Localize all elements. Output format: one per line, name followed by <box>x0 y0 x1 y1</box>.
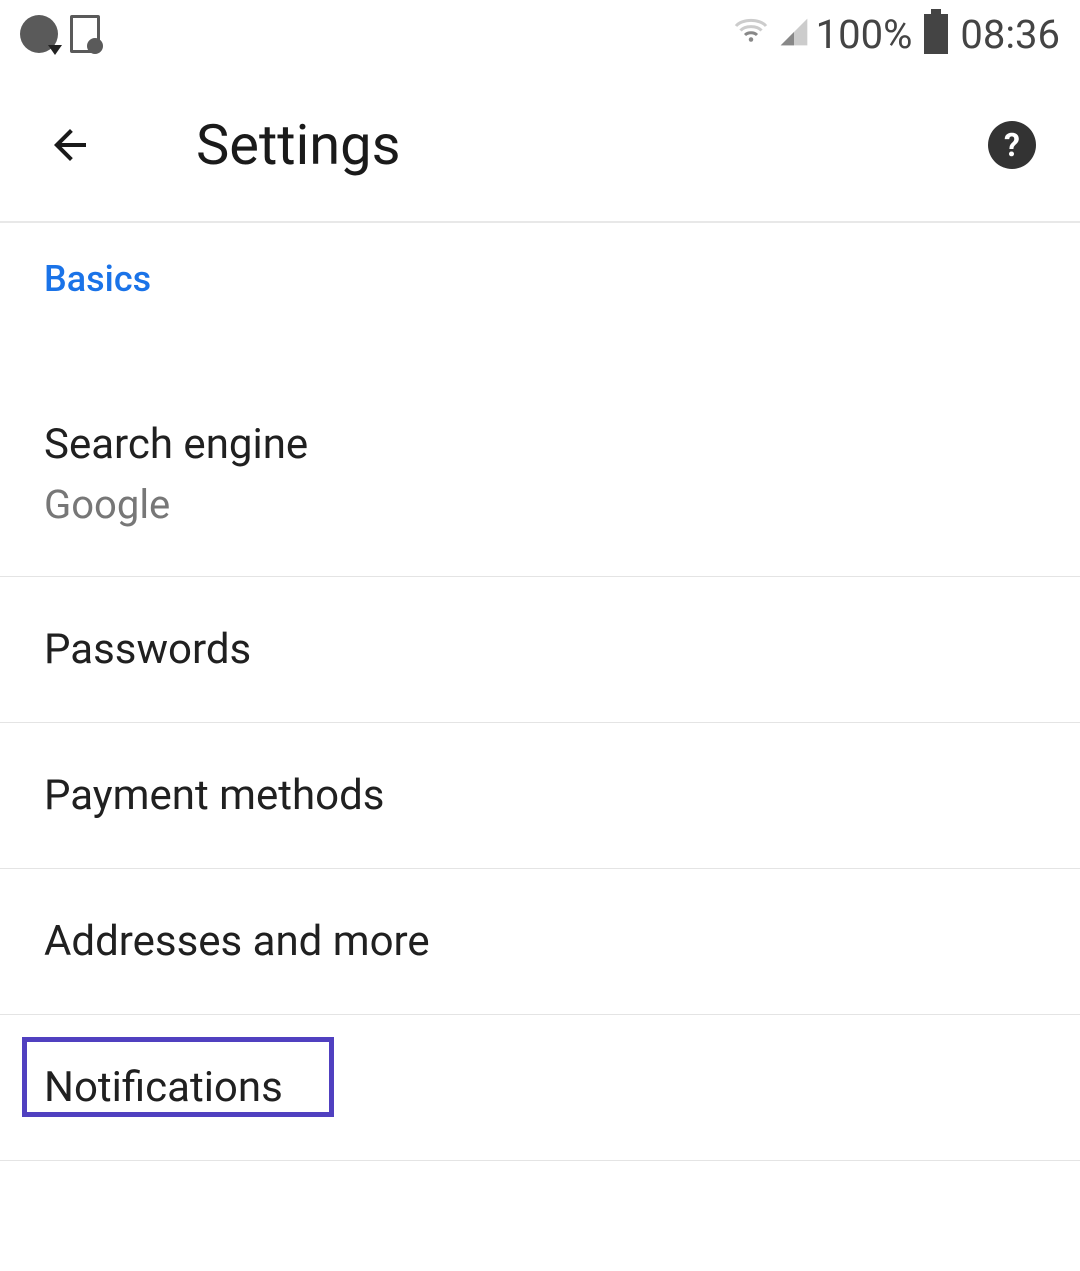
item-passwords[interactable]: Passwords <box>0 577 1080 723</box>
app-bar: Settings ? <box>0 68 1080 223</box>
item-subtitle: Google <box>44 481 1036 528</box>
item-search-engine[interactable]: Search engine Google <box>0 320 1080 577</box>
status-bar: 100% 08:36 <box>0 0 1080 68</box>
help-button[interactable]: ? <box>988 121 1036 169</box>
item-addresses[interactable]: Addresses and more <box>0 869 1080 1015</box>
arrow-left-icon <box>46 121 94 169</box>
item-title: Payment methods <box>44 771 1036 820</box>
status-right: 100% 08:36 <box>730 11 1060 58</box>
signal-icon <box>778 16 810 52</box>
status-left <box>20 15 100 53</box>
help-icon: ? <box>1004 126 1020 164</box>
device-sync-icon <box>70 15 100 53</box>
item-payment-methods[interactable]: Payment methods <box>0 723 1080 869</box>
battery-icon <box>924 14 948 54</box>
settings-list: Search engine Google Passwords Payment m… <box>0 320 1080 1161</box>
item-title: Passwords <box>44 625 1036 674</box>
notification-icon <box>20 15 58 53</box>
item-title: Notifications <box>44 1063 1036 1112</box>
page-title: Settings <box>196 112 400 178</box>
section-label-basics: Basics <box>0 223 1080 320</box>
clock: 08:36 <box>960 11 1060 58</box>
battery-percent: 100% <box>816 11 913 58</box>
item-title: Search engine <box>44 420 1036 469</box>
back-button[interactable] <box>44 119 96 171</box>
item-notifications[interactable]: Notifications <box>0 1015 1080 1161</box>
wifi-icon <box>730 14 772 54</box>
item-title: Addresses and more <box>44 917 1036 966</box>
